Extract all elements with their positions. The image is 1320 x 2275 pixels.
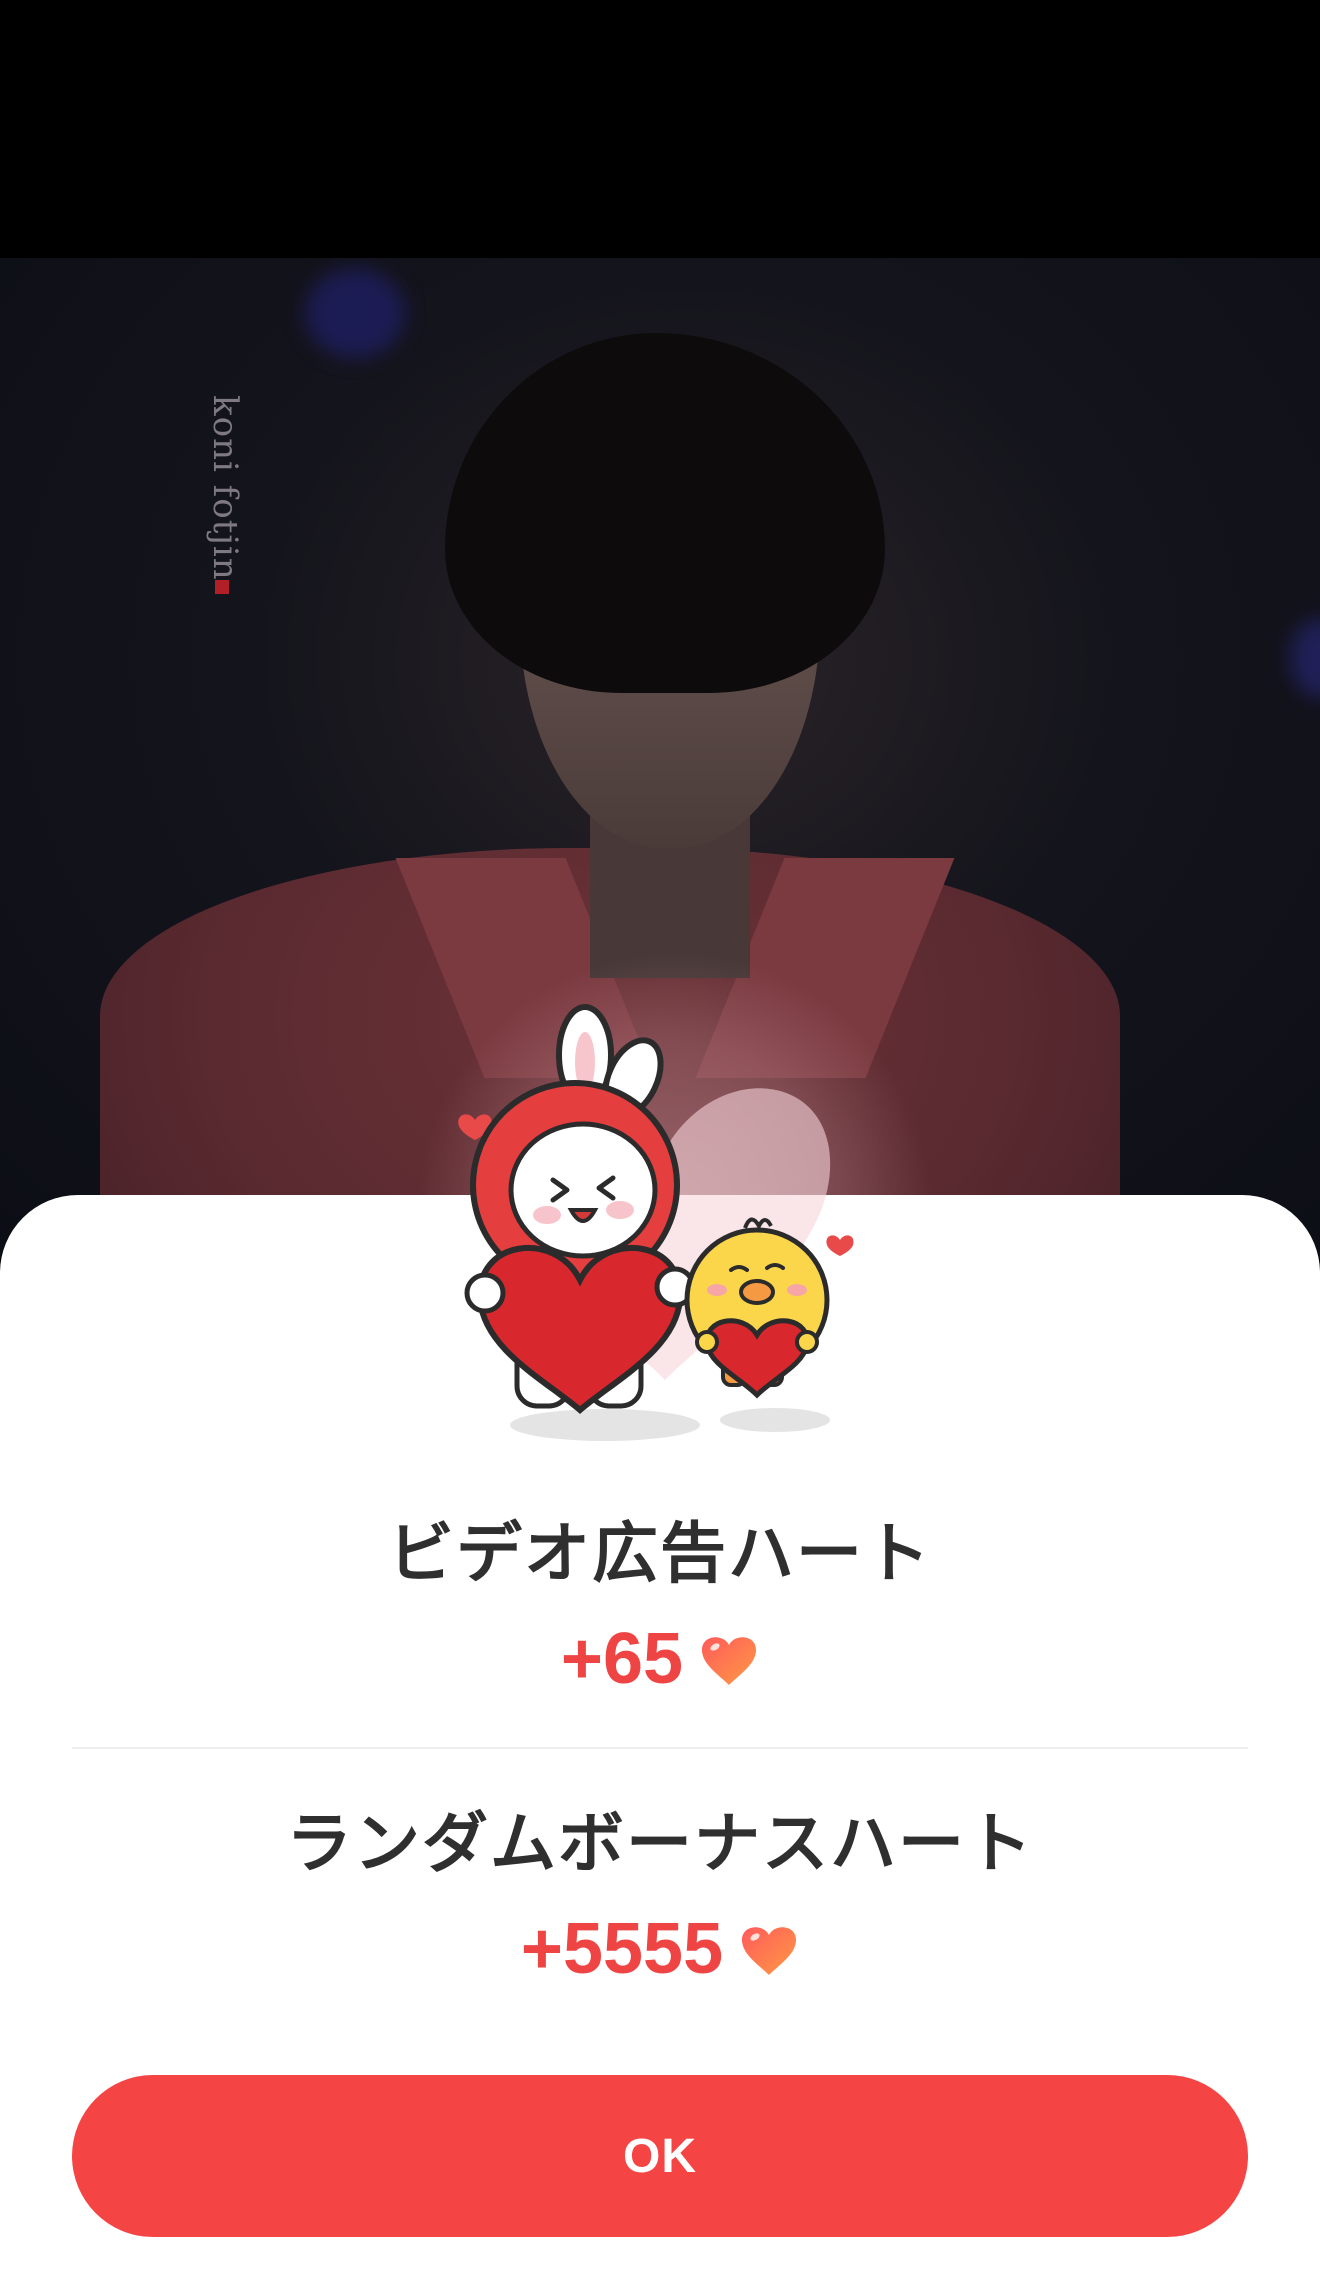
person-hair	[445, 333, 885, 693]
reward-amount-video-ad: +65	[0, 1618, 1320, 1700]
reward-title-video-ad: ビデオ広告ハート	[388, 1515, 932, 1592]
ok-button[interactable]: OK	[72, 2075, 1248, 2237]
heart-icon	[702, 1637, 757, 1685]
reward-amount-text: +5555	[520, 1909, 724, 1989]
reward-amount-random-bonus: +5555	[0, 1908, 1320, 1990]
mascot-illustration	[458, 1004, 854, 1441]
watermark-mark	[215, 580, 229, 594]
bokeh-light	[1290, 618, 1320, 698]
reward-amount-text: +65	[560, 1619, 684, 1699]
bokeh-light	[305, 268, 405, 358]
reward-title-random-bonus: ランダムボーナスハート	[286, 1805, 1034, 1882]
divider	[72, 1747, 1248, 1749]
screen: koni fotjin ビデオ広告ハート +65 ランダムボーナスハート +55…	[0, 0, 1320, 2275]
photo-watermark: koni fotjin	[205, 395, 245, 581]
heart-icon	[742, 1927, 797, 1975]
